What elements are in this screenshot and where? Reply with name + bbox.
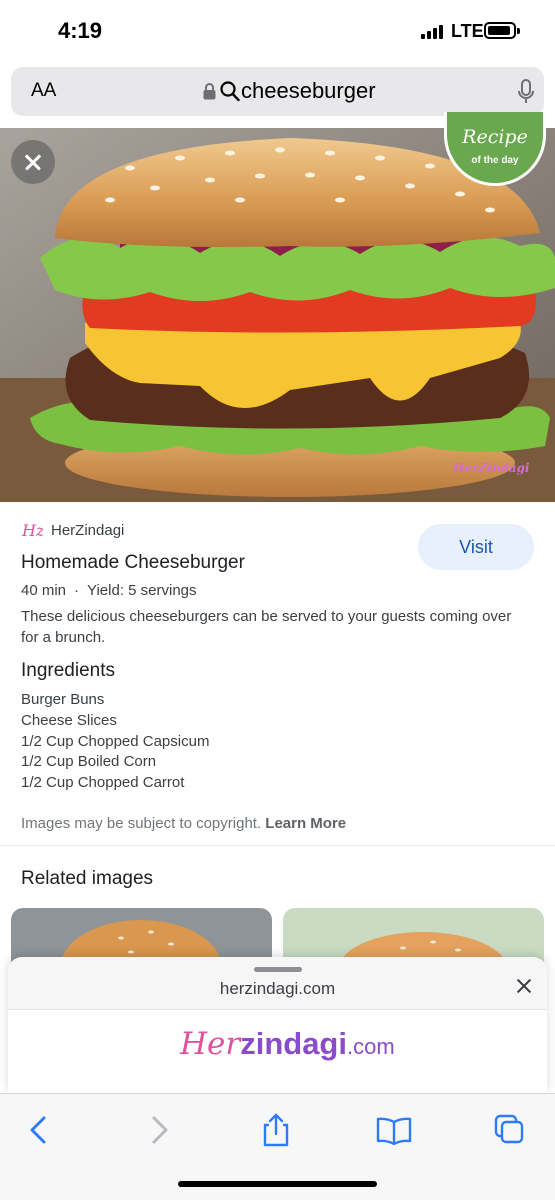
search-icon	[220, 81, 240, 102]
cheeseburger-image	[0, 128, 555, 502]
ingredient-item: Cheese Slices	[21, 711, 117, 729]
share-icon[interactable]	[256, 1112, 296, 1148]
herzindagi-logo: Herzindagi.com	[180, 1026, 395, 1062]
result-title[interactable]: Homemade Cheeseburger	[21, 552, 245, 574]
back-icon[interactable]	[22, 1112, 62, 1148]
visit-button[interactable]: Visit	[418, 524, 534, 570]
source-name[interactable]: HerZindagi	[51, 522, 124, 539]
home-indicator[interactable]	[178, 1181, 377, 1187]
logo-her: Her	[180, 1026, 241, 1062]
signal-strength-icon	[421, 25, 447, 39]
divider	[0, 845, 555, 846]
recipe-meta: 40 min · Yield: 5 servings	[21, 582, 197, 599]
badge-subtitle: of the day	[471, 155, 519, 166]
sheet-content[interactable]: Herzindagi.com	[8, 1009, 547, 1093]
ingredient-item: 1/2 Cup Chopped Carrot	[21, 774, 185, 792]
sheet-domain: herzindagi.com	[219, 979, 336, 998]
ingredient-item: Burger Buns	[21, 691, 105, 708]
bookmarks-icon[interactable]	[374, 1112, 414, 1148]
meta-separator: ·	[74, 582, 80, 599]
battery-icon	[484, 22, 520, 39]
herzindagi-logo-icon: Hz	[21, 521, 43, 540]
text-size-button[interactable]: AA	[31, 80, 56, 102]
image-watermark: HerZindagi	[453, 461, 530, 475]
recipe-yield: Yield: 5 servings	[87, 582, 197, 599]
logo-zindagi: zindagi	[240, 1026, 347, 1061]
ingredient-item: 1/2 Cup Chopped Capsicum	[21, 732, 210, 750]
status-bar: 4:19 LTE	[0, 0, 555, 62]
status-time: 4:19	[58, 18, 103, 43]
learn-more-link[interactable]: Learn More	[265, 815, 346, 832]
recipe-description: These delicious cheeseburgers can be ser…	[21, 608, 512, 646]
hero-image[interactable]	[0, 128, 555, 502]
ingredients-list: Burger Buns Cheese Slices 1/2 Cup Choppe…	[21, 690, 209, 794]
ingredient-item: 1/2 Cup Boiled Corn	[21, 753, 157, 771]
microphone-icon[interactable]	[517, 79, 535, 105]
copyright-text: Images may be subject to copyright.	[21, 815, 262, 832]
badge-title: Recipe	[462, 126, 528, 148]
address-bar[interactable]: AA cheeseburger	[11, 67, 544, 116]
lock-icon	[203, 83, 216, 100]
network-type: LTE	[451, 21, 484, 41]
close-image-button[interactable]	[11, 140, 55, 184]
related-images-heading: Related images	[21, 868, 154, 889]
svg-text:Hz: Hz	[21, 521, 43, 540]
ingredients-heading: Ingredients	[21, 660, 116, 681]
cook-time: 40 min	[21, 582, 67, 599]
url-text[interactable]: cheeseburger	[241, 78, 376, 104]
copyright-notice: Images may be subject to copyright. Lear…	[21, 815, 346, 832]
tabs-icon[interactable]	[492, 1112, 532, 1148]
sheet-drag-handle[interactable]	[254, 967, 302, 972]
logo-com: .com	[346, 1034, 395, 1059]
forward-icon[interactable]	[140, 1112, 180, 1148]
close-icon[interactable]	[513, 975, 535, 997]
site-preview-sheet[interactable]: herzindagi.com Herzindagi.com	[8, 957, 547, 1093]
